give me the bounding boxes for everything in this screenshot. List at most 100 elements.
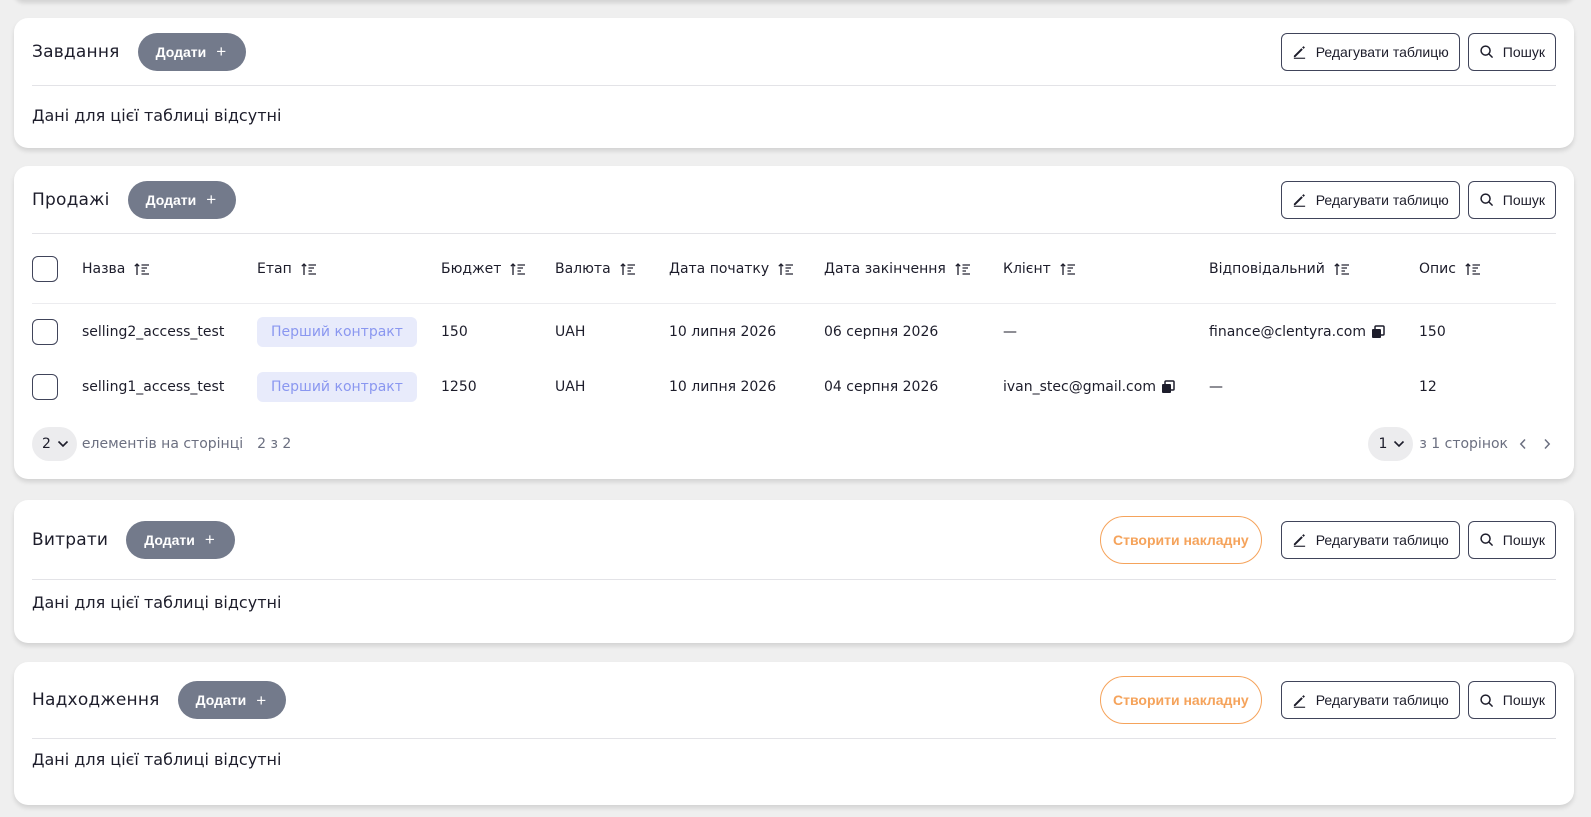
search-button[interactable]: Пошук	[1467, 520, 1556, 559]
cell-description: 12	[1419, 378, 1437, 395]
edit-table-button[interactable]: Редагувати таблицю	[1280, 180, 1460, 219]
empty-state-text: Дані для цієї таблиці відсутні	[32, 106, 282, 125]
add-expense-button[interactable]: Додати +	[126, 520, 235, 559]
sales-section: Продажі Додати + Редагувати таблицю Пошу…	[14, 166, 1574, 479]
search-label: Пошук	[1502, 191, 1545, 208]
table-row[interactable]: selling2_access_test Перший контракт 150…	[32, 304, 1556, 359]
cell-start-date: 10 липня 2026	[669, 323, 777, 340]
page-select[interactable]: 1	[1368, 427, 1414, 461]
cell-client: —	[1003, 323, 1017, 340]
sort-icon[interactable]	[1465, 262, 1481, 276]
row-checkbox-cell	[32, 318, 58, 345]
edit-table-label: Редагувати таблицю	[1315, 43, 1449, 60]
column-header-name[interactable]: Назва	[82, 261, 150, 277]
cell-stage: Перший контракт	[257, 316, 417, 347]
chevron-down-icon	[57, 440, 68, 448]
pencil-icon	[1293, 534, 1305, 547]
search-label: Пошук	[1502, 531, 1545, 548]
column-header-budget[interactable]: Бюджет	[441, 261, 526, 277]
column-header-end-date[interactable]: Дата закінчення	[824, 261, 971, 277]
column-header-currency[interactable]: Валюта	[555, 261, 636, 277]
row-checkbox[interactable]	[32, 373, 58, 400]
search-label: Пошук	[1502, 692, 1545, 708]
edit-table-label: Редагувати таблицю	[1315, 191, 1449, 208]
sort-icon[interactable]	[619, 262, 636, 276]
plus-icon: +	[204, 530, 215, 549]
search-icon	[1480, 193, 1493, 206]
add-button-label: Додати	[144, 531, 195, 548]
select-all-checkbox[interactable]	[32, 255, 58, 282]
client-email[interactable]: ivan_stec@gmail.com	[1003, 379, 1156, 395]
add-button-label: Додати	[145, 191, 197, 208]
sort-icon[interactable]	[1060, 262, 1076, 276]
plus-icon: +	[216, 42, 227, 61]
create-invoice-button[interactable]: Створити накладну	[1100, 515, 1262, 564]
add-income-button[interactable]: Додати +	[177, 681, 287, 719]
copy-icon[interactable]	[1371, 324, 1385, 339]
copy-icon[interactable]	[1161, 379, 1175, 394]
search-icon	[1480, 693, 1493, 707]
income-section: Надходження Додати + Створити накладну Р…	[14, 662, 1574, 805]
pencil-icon	[1293, 194, 1305, 207]
edit-table-label: Редагувати таблицю	[1315, 531, 1449, 548]
tasks-section: Завдання Додати + Редагувати таблицю Пош…	[14, 18, 1574, 148]
edit-table-button[interactable]: Редагувати таблицю	[1280, 681, 1460, 719]
sort-icon[interactable]	[955, 262, 971, 276]
column-header-responsible[interactable]: Відповідальний	[1209, 261, 1350, 277]
sort-icon[interactable]	[301, 262, 317, 276]
sort-icon[interactable]	[1334, 262, 1350, 276]
responsible-email[interactable]: finance@clentyra.com	[1209, 324, 1366, 340]
search-button[interactable]: Пошук	[1467, 32, 1556, 71]
expenses-section: Витрати Додати + Створити накладну Редаг…	[14, 500, 1574, 643]
next-page-button[interactable]	[1538, 435, 1556, 453]
expenses-header: Витрати Додати + Створити накладну Редаг…	[32, 500, 1556, 580]
search-icon	[1480, 45, 1493, 58]
sort-icon[interactable]	[134, 262, 150, 276]
row-checkbox-cell	[32, 373, 58, 400]
total-pages-label: з 1 сторінок	[1419, 436, 1508, 452]
per-page-value: 2	[42, 436, 51, 452]
add-sale-button[interactable]: Додати +	[127, 180, 237, 219]
stage-badge: Перший контракт	[257, 371, 417, 402]
table-header: Назва Етап Бюджет Валюта Дата початку Да…	[32, 234, 1556, 304]
cell-end-date: 04 серпня 2026	[824, 378, 939, 395]
section-title: Завдання	[32, 41, 120, 62]
column-header-stage[interactable]: Етап	[257, 261, 317, 277]
pencil-icon	[1293, 46, 1305, 59]
section-title: Витрати	[32, 529, 109, 550]
table-row[interactable]: selling1_access_test Перший контракт 125…	[32, 359, 1556, 414]
column-header-description[interactable]: Опис	[1419, 261, 1481, 277]
stage-badge: Перший контракт	[257, 316, 417, 347]
section-title: Надходження	[32, 690, 160, 710]
edit-table-button[interactable]: Редагувати таблицю	[1280, 32, 1460, 71]
chevron-left-icon	[1519, 438, 1526, 450]
cell-responsible: —	[1209, 378, 1223, 395]
pagination-bar: 2 елементів на сторінці 2 з 2 1 з 1 стор…	[32, 426, 1556, 462]
per-page-select[interactable]: 2	[32, 427, 77, 461]
income-header: Надходження Додати + Створити накладну Р…	[32, 662, 1556, 739]
prev-page-button[interactable]	[1514, 435, 1532, 453]
sales-header: Продажі Додати + Редагувати таблицю Пошу…	[32, 166, 1556, 234]
select-all-checkbox-cell	[32, 255, 58, 282]
column-label: Назва	[82, 260, 126, 277]
sort-icon[interactable]	[778, 262, 794, 276]
pencil-icon	[1293, 694, 1305, 708]
cell-budget: 1250	[441, 378, 477, 395]
edit-table-button[interactable]: Редагувати таблицю	[1280, 520, 1460, 559]
cell-currency: UAH	[555, 378, 586, 395]
search-button[interactable]: Пошук	[1467, 681, 1556, 719]
empty-state-text: Дані для цієї таблиці відсутні	[32, 750, 282, 769]
row-checkbox[interactable]	[32, 318, 58, 345]
edit-table-label: Редагувати таблицю	[1315, 692, 1449, 708]
tasks-header: Завдання Додати + Редагувати таблицю Пош…	[32, 18, 1556, 86]
cell-description: 150	[1419, 323, 1446, 340]
sort-icon[interactable]	[510, 262, 526, 276]
search-button[interactable]: Пошук	[1467, 180, 1556, 219]
cell-name[interactable]: selling2_access_test	[82, 324, 224, 340]
column-header-client[interactable]: Клієнт	[1003, 261, 1076, 277]
add-task-button[interactable]: Додати +	[137, 32, 247, 71]
cell-name[interactable]: selling1_access_test	[82, 379, 224, 395]
create-invoice-button[interactable]: Створити накладну	[1100, 676, 1262, 724]
chevron-right-icon	[1544, 438, 1551, 450]
column-header-start-date[interactable]: Дата початку	[669, 261, 794, 277]
